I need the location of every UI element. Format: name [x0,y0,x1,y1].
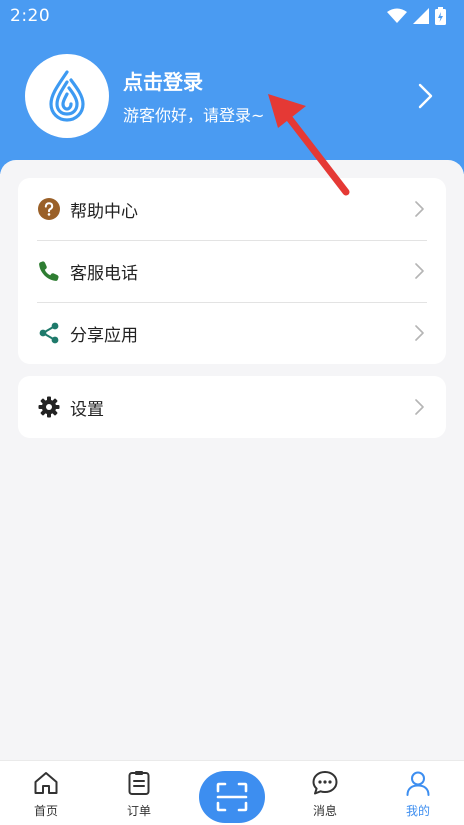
signal-icon [413,8,429,24]
tab-label: 订单 [126,804,151,818]
tab-label: 我的 [405,804,430,818]
gear-icon [38,396,60,418]
status-bar: 2:20 [0,0,464,32]
chevron-right-icon [415,325,424,341]
status-time: 2:20 [10,6,51,26]
menu-item-settings[interactable]: 设置 [18,376,446,438]
menu-item-label: 分享应用 [70,326,138,346]
chevron-right-icon [415,201,424,217]
menu-item-label: 设置 [70,400,104,420]
chevron-right-icon[interactable] [414,82,436,110]
bottom-tab-bar: 首页 订单 消息 我的 [0,760,464,825]
chevron-right-icon [415,263,424,279]
tab-messages[interactable]: 消息 [285,761,365,825]
scan-icon [216,782,248,812]
menu-card-primary: 帮助中心 客服电话 分享应用 [18,178,446,364]
tab-label: 消息 [312,804,337,818]
menu-item-label: 客服电话 [70,264,138,284]
menu-item-label: 帮助中心 [70,202,138,222]
tab-orders[interactable]: 订单 [99,761,179,825]
avatar[interactable] [25,54,109,138]
menu-item-help[interactable]: 帮助中心 [18,178,446,240]
login-title[interactable]: 点击登录 [123,66,203,95]
phone-icon [39,261,59,281]
login-subtitle: 游客你好，请登录~ [123,106,265,125]
tab-home[interactable]: 首页 [6,761,86,825]
scan-button[interactable] [199,771,265,823]
water-drop-logo-icon [49,70,85,122]
menu-item-share[interactable]: 分享应用 [18,302,446,364]
battery-icon [435,7,446,25]
tab-mine[interactable]: 我的 [378,761,458,825]
menu-item-phone[interactable]: 客服电话 [18,240,446,302]
wifi-icon [387,8,407,23]
home-icon [34,772,58,794]
menu-card-settings: 设置 [18,376,446,438]
annotation-arrow [268,94,350,196]
share-icon [39,322,59,344]
chevron-right-icon [415,399,424,415]
status-icons [387,6,446,26]
user-icon [406,771,430,796]
order-icon [128,771,150,795]
tab-label: 首页 [33,804,58,818]
message-icon [312,771,338,795]
profile-header[interactable]: 点击登录 游客你好，请登录~ [0,32,464,174]
help-icon [38,198,60,220]
